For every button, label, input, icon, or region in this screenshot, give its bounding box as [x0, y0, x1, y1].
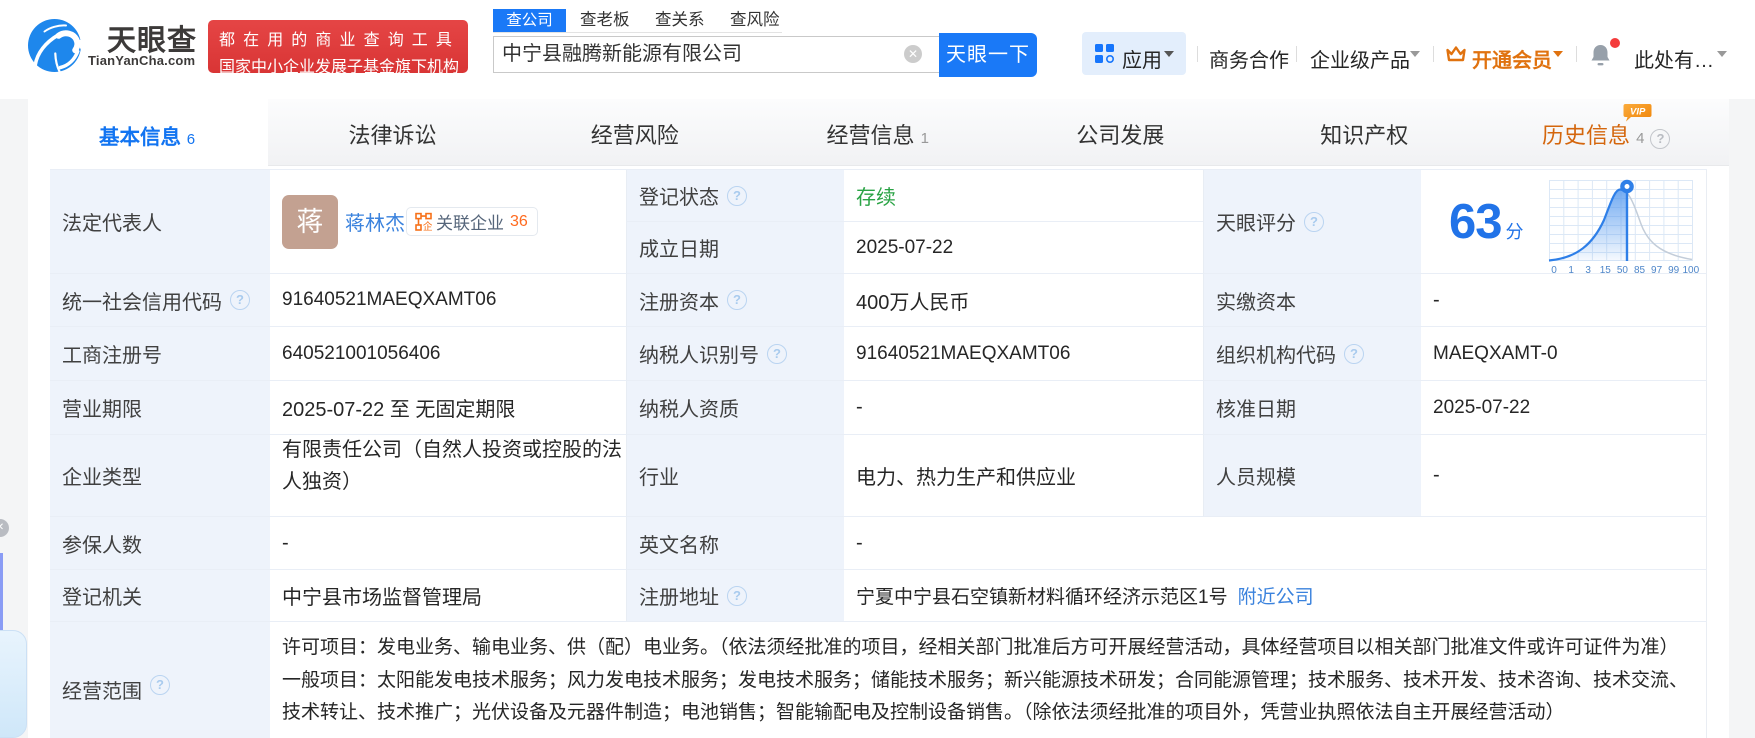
svg-text:企: 企: [423, 220, 432, 231]
svg-text:VIP: VIP: [1630, 107, 1646, 118]
